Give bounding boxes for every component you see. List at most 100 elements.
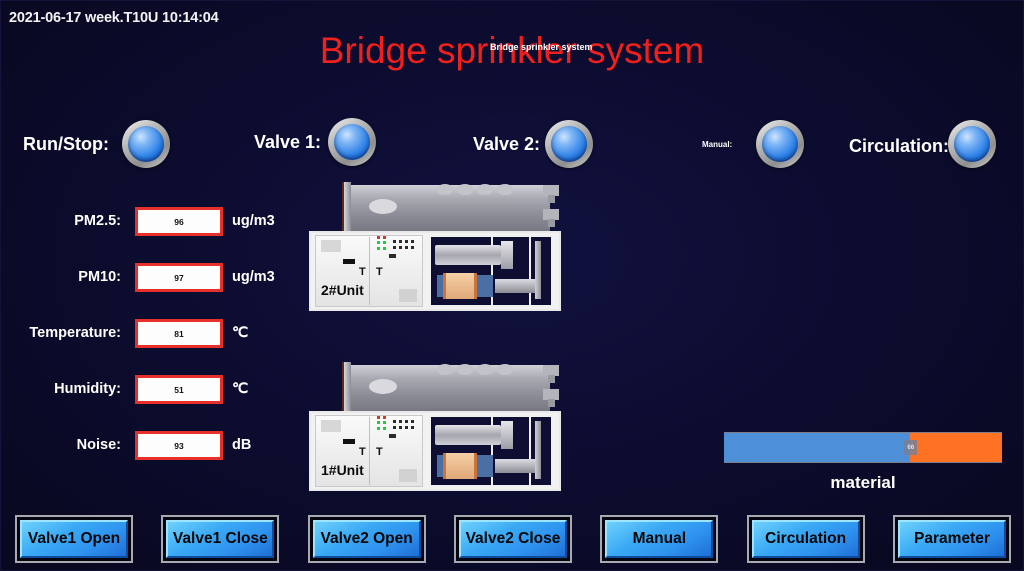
- lamp-label-valve-2: Valve 2:: [473, 134, 541, 154]
- unit-tank-cap: [342, 182, 351, 236]
- unit-led-bar: [389, 254, 396, 258]
- unit-led-dark: [393, 420, 396, 423]
- unit-led-red: [377, 236, 380, 239]
- readout-label-4: Noise:: [76, 437, 121, 453]
- unit-motor-coil: [443, 273, 477, 299]
- unit-name-label: 2#Unit: [321, 282, 364, 298]
- unit-rotor: [435, 245, 501, 265]
- unit-cabinet-divider: [369, 237, 370, 305]
- unit-rotor: [435, 425, 501, 445]
- command-button-bar: Valve1 Open Valve1 Close Valve2 Open Valve2…: [1, 506, 1023, 570]
- valve1-open-button-label: Valve1 Open: [20, 520, 128, 558]
- unit-led-dark: [405, 420, 408, 423]
- unit-led-green: [383, 241, 386, 244]
- unit-tank-dome: [457, 364, 473, 375]
- unit-led-dark: [411, 246, 414, 249]
- material-thumb[interactable]: 66: [904, 440, 918, 455]
- readout-label-3: Humidity:: [54, 381, 121, 397]
- unit-led-red: [383, 416, 386, 419]
- readout-value-box-1[interactable]: 97: [135, 263, 223, 292]
- valve2-close-button-label: Valve2 Close: [458, 520, 567, 558]
- lamp-label-circulation: Circulation:: [849, 136, 950, 156]
- readout-unit-2: ℃: [232, 325, 249, 341]
- readout-label-2: Temperature:: [29, 325, 121, 341]
- unit-led-green: [383, 427, 386, 430]
- unit-tank-dome: [457, 184, 473, 195]
- unit-tank-dome: [477, 364, 493, 375]
- valve2-open-button[interactable]: Valve2 Open: [307, 515, 426, 563]
- unit-cabinet-marker-b: T: [376, 266, 383, 278]
- unit-tank-dome: [497, 364, 513, 375]
- manual-button[interactable]: Manual: [600, 515, 719, 563]
- unit-name-label: 1#Unit: [321, 462, 364, 478]
- indicator-lamp-valve-1[interactable]: [328, 118, 376, 166]
- valve1-close-button[interactable]: Valve1 Close: [161, 515, 280, 563]
- indicator-lamp-valve-2[interactable]: [545, 120, 593, 168]
- unit-cabinet-plate: [321, 420, 341, 432]
- unit-frame-column: [535, 241, 541, 299]
- material-label: material: [830, 473, 896, 492]
- unit-valve-stem-bottom: [548, 399, 555, 407]
- unit-bay-divider-b: [529, 235, 531, 307]
- valve2-open-button-label: Valve2 Open: [312, 520, 421, 558]
- unit-cabinet-lower-plate: [399, 469, 417, 482]
- unit-cabinet-handle: [343, 259, 355, 264]
- unit-cabinet-marker-b: T: [376, 446, 383, 458]
- readout-value-box-4[interactable]: 93: [135, 431, 223, 460]
- parameter-button-label: Parameter: [897, 520, 1006, 558]
- readout-unit-1: ug/m3: [232, 269, 275, 285]
- readout-label-1: PM10:: [78, 269, 121, 285]
- unit-led-red: [377, 416, 380, 419]
- unit-led-green: [383, 421, 386, 424]
- unit-tank-cap: [342, 362, 351, 416]
- valve1-open-button[interactable]: Valve1 Open: [15, 515, 133, 563]
- readout-value-box-0[interactable]: 96: [135, 207, 223, 236]
- material-fill: [724, 433, 911, 462]
- unit-cabinet-marker-a: T: [359, 266, 366, 278]
- unit-led-red: [383, 236, 386, 239]
- unit-coupling: [501, 421, 513, 449]
- indicator-lamp-circulation[interactable]: [948, 120, 996, 168]
- indicator-lamp-run-stop[interactable]: [122, 120, 170, 168]
- unit-cabinet-marker-a: T: [359, 446, 366, 458]
- unit-valve-stem-top: [548, 375, 555, 383]
- unit-led-green: [377, 421, 380, 424]
- machine-unit-2[interactable]: T T 2#Unit: [309, 179, 561, 311]
- unit-led-dark: [411, 426, 414, 429]
- circulation-button-label: Circulation: [751, 520, 860, 558]
- hmi-screen: 2021-06-17 week.T10U 10:14:04 Bridge spr…: [0, 0, 1024, 571]
- unit-led-dark: [399, 240, 402, 243]
- unit-led-dark: [393, 240, 396, 243]
- readout-value-2: 81: [174, 328, 184, 339]
- unit-led-dark: [405, 426, 408, 429]
- unit-led-dark: [405, 240, 408, 243]
- readout-unit-4: dB: [232, 437, 252, 453]
- unit-tank-dome: [497, 184, 513, 195]
- unit-valve-stem-top: [548, 195, 555, 203]
- unit-led-green: [377, 247, 380, 250]
- unit-coupling: [501, 241, 513, 269]
- unit-tank-hatch: [369, 199, 397, 214]
- readout-value-box-3[interactable]: 51: [135, 375, 223, 404]
- circulation-button[interactable]: Circulation: [746, 515, 865, 563]
- readout-value-4: 93: [174, 440, 184, 451]
- machine-unit-1[interactable]: T T 1#Unit: [309, 359, 561, 491]
- unit-drive-shaft: [495, 459, 535, 473]
- unit-led-green: [377, 241, 380, 244]
- datetime-display: 2021-06-17 week.T10U 10:14:04: [9, 10, 219, 26]
- unit-led-dark: [405, 246, 408, 249]
- unit-led-dark: [411, 240, 414, 243]
- unit-cabinet-divider: [369, 417, 370, 485]
- unit-drive-shaft: [495, 279, 535, 293]
- indicator-lamp-manual[interactable]: [756, 120, 804, 168]
- unit-led-green: [377, 427, 380, 430]
- valve2-close-button[interactable]: Valve2 Close: [453, 515, 572, 563]
- unit-led-bar: [389, 434, 396, 438]
- parameter-button[interactable]: Parameter: [892, 515, 1011, 563]
- material-progress-bar[interactable]: 66: [724, 432, 1002, 463]
- unit-tank-hatch: [369, 379, 397, 394]
- unit-tank-dome: [477, 184, 493, 195]
- unit-led-dark: [393, 246, 396, 249]
- readout-value-box-2[interactable]: 81: [135, 319, 223, 348]
- unit-motor-coil: [443, 453, 477, 479]
